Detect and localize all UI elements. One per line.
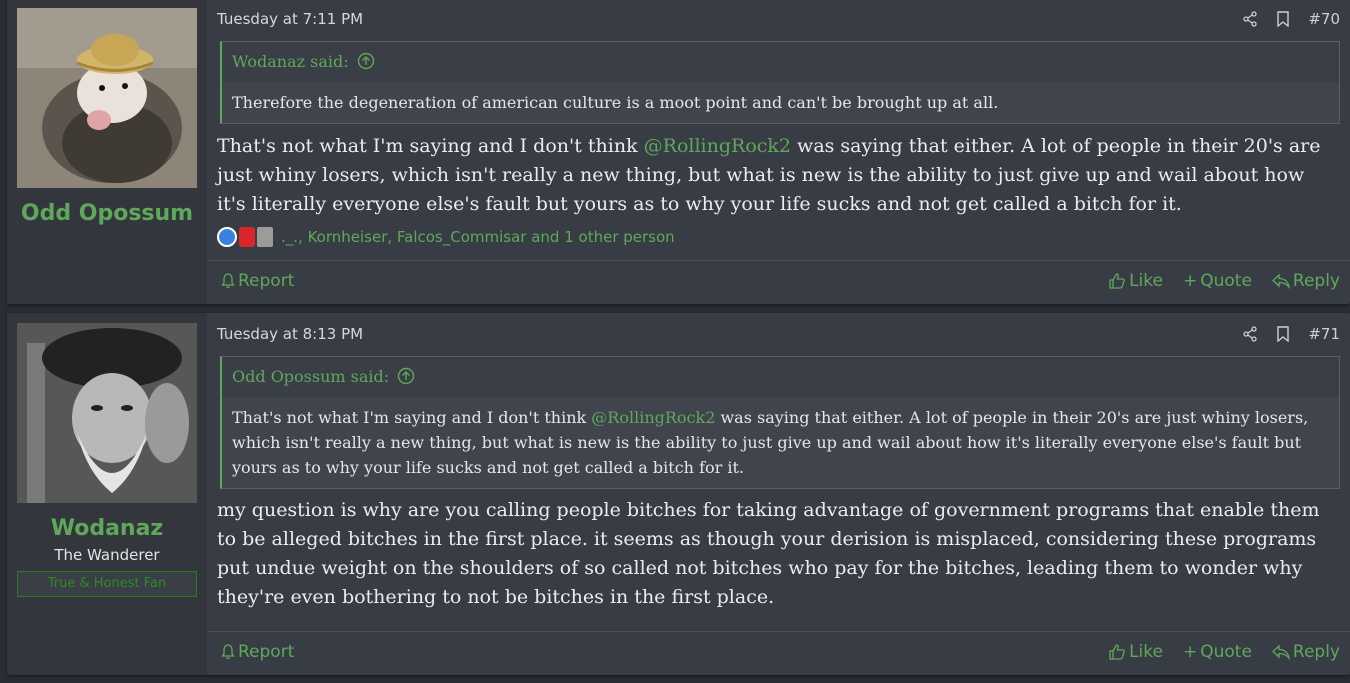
bookmark-icon[interactable] (1276, 326, 1290, 342)
post-main: Tuesday at 7:11 PM #70 Wodanaz said: The… (207, 0, 1350, 304)
like-button[interactable]: Like (1108, 271, 1163, 291)
quote-label: Quote (1200, 641, 1252, 662)
quote-header[interactable]: Wodanaz said: (222, 42, 1339, 82)
quote-header[interactable]: Odd Opossum said: (222, 357, 1339, 397)
report-label: Report (238, 641, 295, 662)
mention-link[interactable]: @RollingRock2 (591, 408, 715, 427)
share-icon[interactable] (1242, 326, 1258, 342)
right-actions: Like + Quote Reply (1108, 642, 1340, 662)
post-tools: #70 (1242, 10, 1340, 28)
report-button[interactable]: Report (221, 642, 294, 662)
avatar[interactable] (17, 323, 197, 503)
heart-reaction-icon (239, 227, 255, 247)
like-reaction-icon (217, 227, 237, 247)
reply-label: Reply (1292, 270, 1340, 291)
post-70: Odd Opossum Tuesday at 7:11 PM #70 Wodan… (7, 0, 1350, 304)
user-title: The Wanderer (54, 546, 160, 564)
mention-link[interactable]: @RollingRock2 (644, 135, 791, 157)
reply-icon (1271, 273, 1290, 289)
reactions-bar[interactable]: ._., Kornheiser, Falcos_Commisar and 1 o… (217, 227, 675, 247)
report-button[interactable]: Report (221, 271, 294, 291)
share-icon[interactable] (1242, 11, 1258, 27)
message-text: That's not what I'm saying and I don't t… (217, 135, 644, 157)
reply-icon (1271, 644, 1290, 660)
gray-reaction-icon (257, 227, 273, 247)
reply-button[interactable]: Reply (1271, 270, 1340, 291)
quote-author[interactable]: Wodanaz said: (232, 52, 349, 71)
quote-button[interactable]: + Quote (1183, 271, 1252, 291)
like-button[interactable]: Like (1108, 642, 1163, 662)
plus-icon: + (1182, 270, 1198, 291)
plus-icon: + (1182, 641, 1198, 662)
message-body: That's not what I'm saying and I don't t… (217, 132, 1330, 219)
quote-body: Therefore the degeneration of american c… (222, 82, 1339, 123)
report-label: Report (238, 270, 295, 291)
bell-icon (221, 272, 235, 288)
post-number[interactable]: #70 (1308, 10, 1340, 28)
bookmark-icon[interactable] (1276, 11, 1290, 27)
right-actions: Like + Quote Reply (1108, 271, 1340, 291)
post-tools: #71 (1242, 325, 1340, 343)
post-71: Wodanaz The Wanderer True & Honest Fan T… (7, 313, 1350, 675)
reply-button[interactable]: Reply (1271, 641, 1340, 662)
message-body: my question is why are you calling peopl… (217, 499, 1320, 608)
post-date[interactable]: Tuesday at 8:13 PM (217, 325, 363, 343)
bell-icon (221, 643, 235, 659)
user-cell: Odd Opossum (7, 0, 207, 304)
quote-text: That's not what I'm saying and I don't t… (232, 408, 592, 427)
reply-label: Reply (1292, 641, 1340, 662)
quote-block: Odd Opossum said: That's not what I'm sa… (220, 356, 1340, 489)
arrow-up-circle-icon[interactable] (357, 52, 375, 74)
avatar[interactable] (17, 8, 197, 188)
post-actions: Report Like + Quote Reply (207, 260, 1350, 300)
post-number[interactable]: #71 (1308, 325, 1340, 343)
user-banner: True & Honest Fan (17, 571, 197, 597)
username[interactable]: Wodanaz (7, 516, 207, 541)
quote-block: Wodanaz said: Therefore the degeneration… (220, 41, 1340, 124)
thumbs-up-icon (1109, 272, 1125, 289)
like-label: Like (1129, 641, 1163, 662)
reactions-text[interactable]: ._., Kornheiser, Falcos_Commisar and 1 o… (281, 228, 675, 246)
thumbs-up-icon (1109, 643, 1125, 660)
quote-button[interactable]: + Quote (1183, 642, 1252, 662)
quote-author[interactable]: Odd Opossum said: (232, 367, 389, 386)
post-main: Tuesday at 8:13 PM #71 Odd Opossum said:… (207, 313, 1350, 675)
quote-label: Quote (1200, 270, 1252, 291)
post-date[interactable]: Tuesday at 7:11 PM (217, 10, 363, 28)
username[interactable]: Odd Opossum (7, 201, 207, 226)
arrow-up-circle-icon[interactable] (397, 367, 415, 389)
user-cell: Wodanaz The Wanderer True & Honest Fan (7, 313, 207, 675)
like-label: Like (1129, 270, 1163, 291)
quote-body: That's not what I'm saying and I don't t… (222, 397, 1339, 488)
post-actions: Report Like + Quote Reply (207, 631, 1350, 671)
